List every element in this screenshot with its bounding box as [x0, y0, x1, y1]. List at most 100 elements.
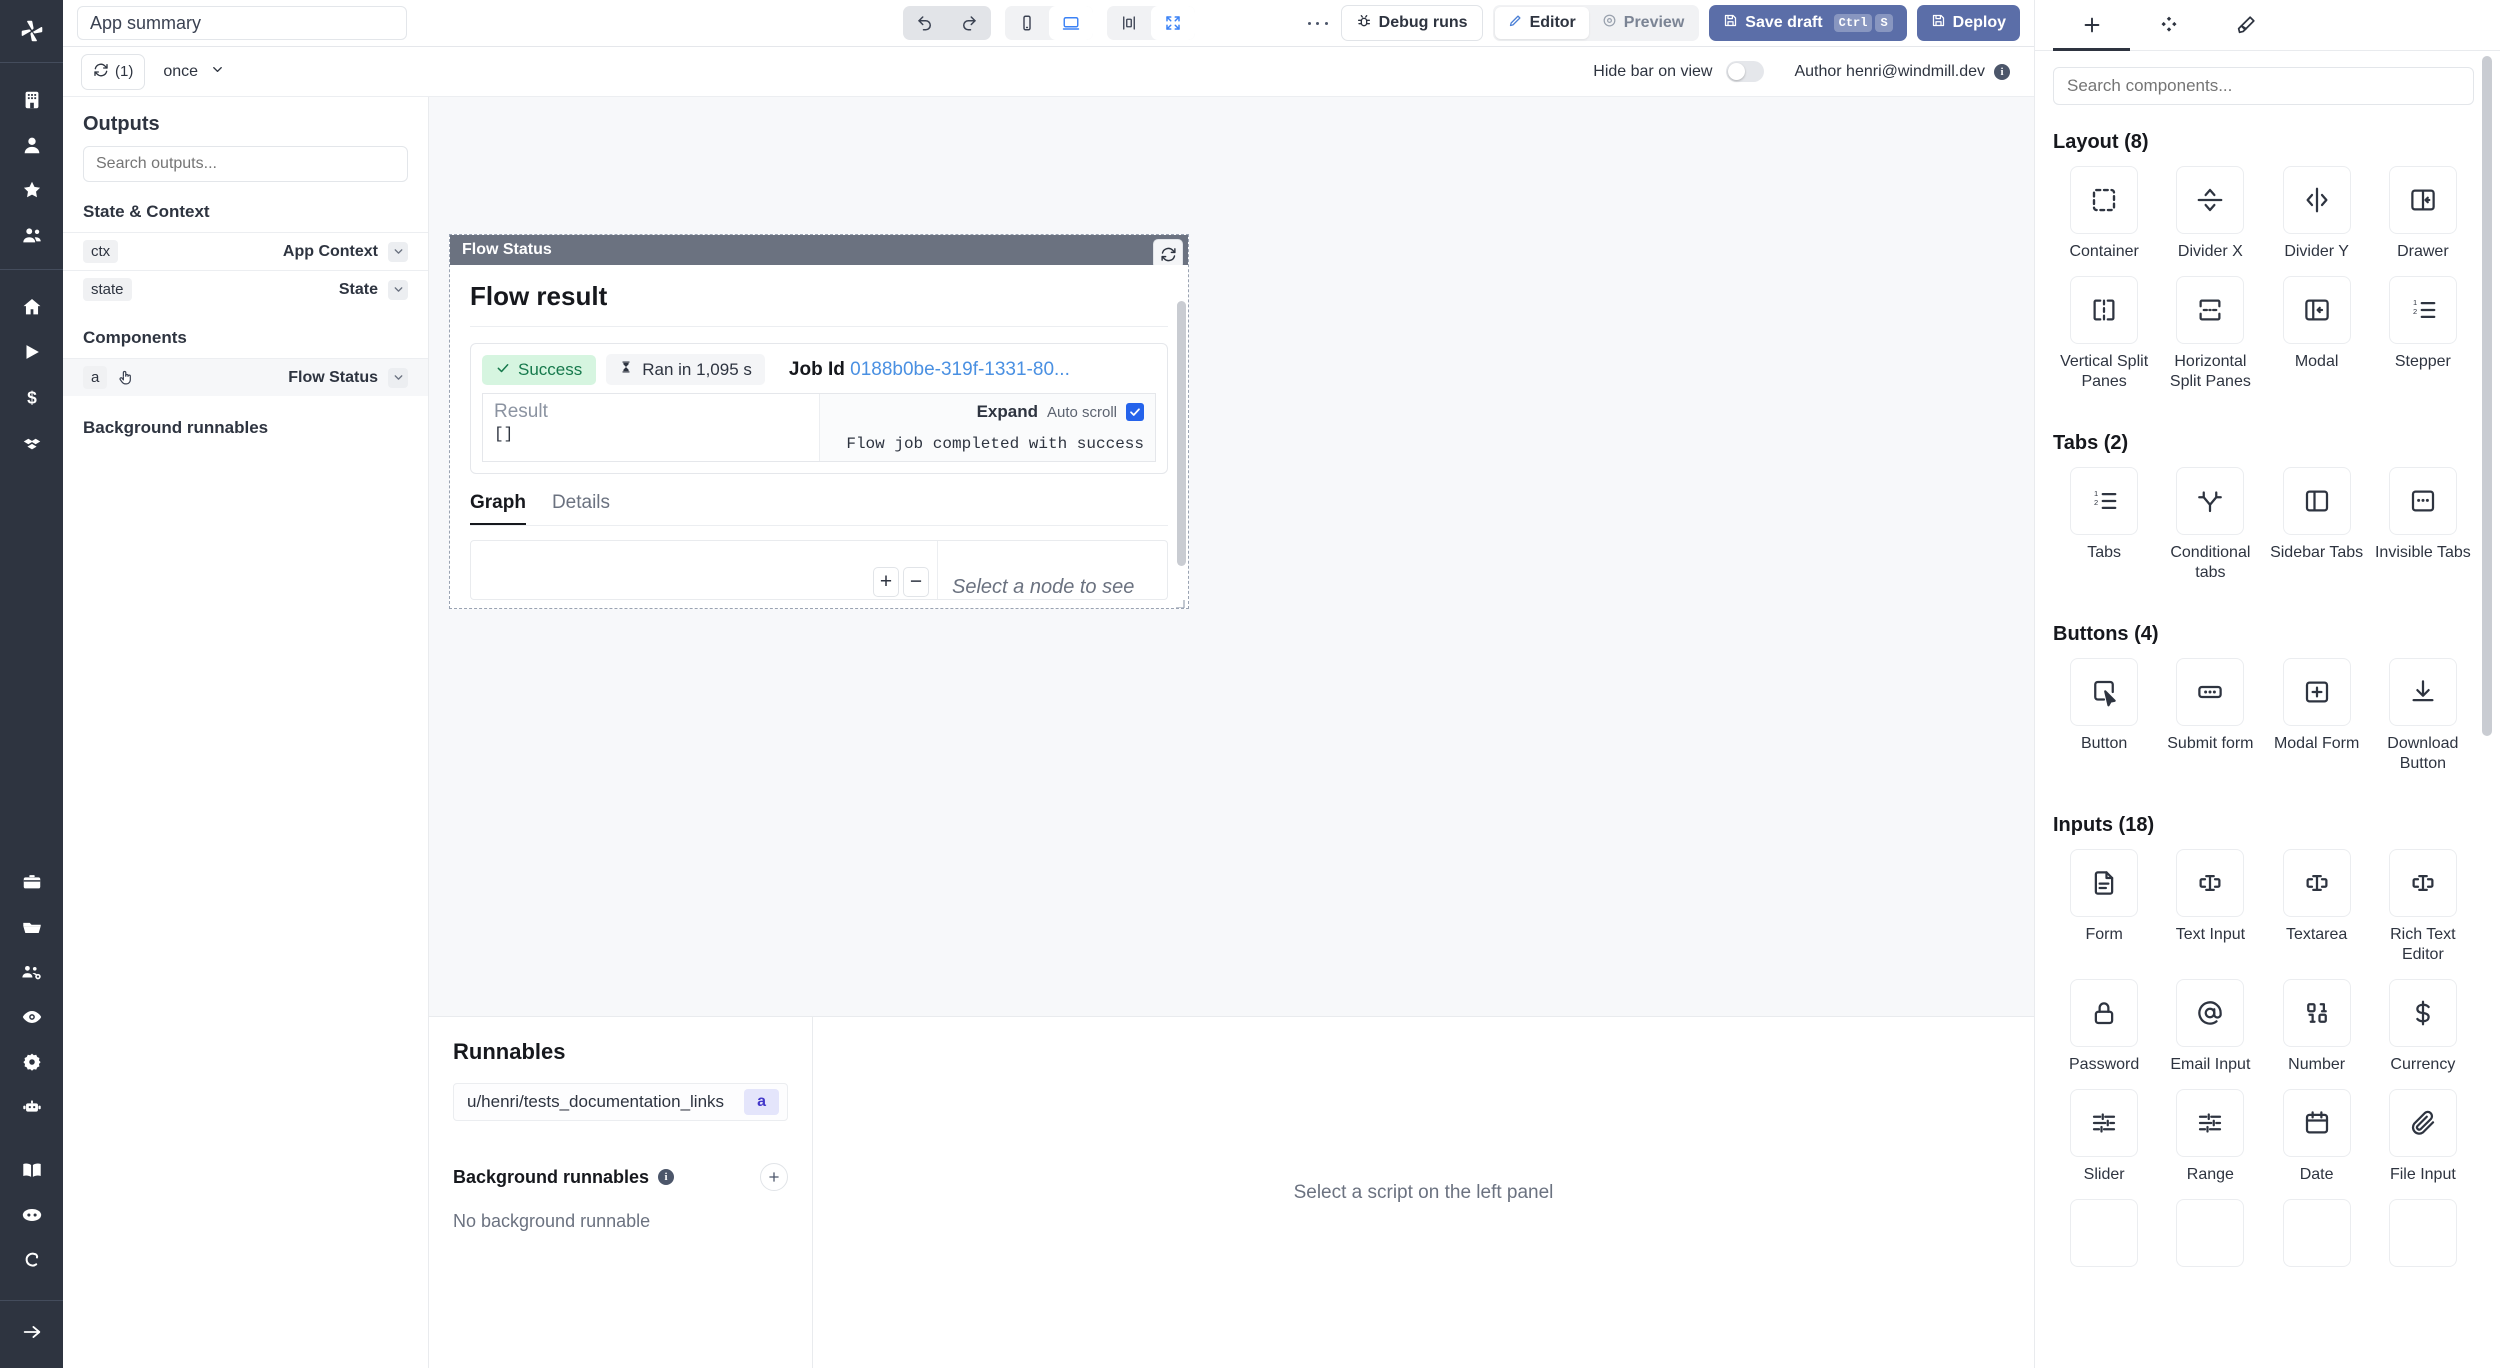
resize-grip[interactable]: [1175, 596, 1185, 608]
component-scrollbar[interactable]: [1177, 301, 1186, 601]
component-next-row-c[interactable]: [2266, 1199, 2368, 1281]
job-id-link[interactable]: 0188b0be-319f-1331-80...: [850, 359, 1070, 380]
desktop-icon[interactable]: [1048, 6, 1093, 40]
tab-components-tree[interactable]: [2130, 0, 2207, 50]
expand-button[interactable]: Expand: [977, 402, 1038, 422]
component-textarea[interactable]: Textarea: [2266, 849, 2368, 979]
app-canvas[interactable]: Flow Status Flow result Success Ran in 1…: [429, 97, 2034, 1017]
output-row-state[interactable]: state State: [63, 270, 428, 308]
component-sidebar-tabs[interactable]: Sidebar Tabs: [2266, 467, 2368, 597]
rail-item-workers[interactable]: [0, 1084, 63, 1129]
component-divider-y[interactable]: Divider Y: [2266, 166, 2368, 276]
undo-redo-group: [902, 6, 991, 40]
zoom-out-button[interactable]: −: [903, 567, 929, 597]
flow-status-component[interactable]: Flow Status Flow result Success Ran in 1…: [449, 234, 1189, 609]
rail-item-discord[interactable]: [0, 1192, 63, 1237]
rail-item-github[interactable]: [0, 1237, 63, 1282]
more-vertical-icon[interactable]: [1305, 20, 1331, 27]
rail-item-user[interactable]: [0, 122, 63, 167]
chevron-down-icon[interactable]: [388, 241, 408, 262]
mobile-icon[interactable]: [1005, 6, 1049, 40]
hide-bar-toggle[interactable]: [1726, 61, 1765, 82]
app-summary-input[interactable]: [77, 6, 407, 40]
component-text-input[interactable]: Text Input: [2159, 849, 2261, 979]
refresh-count-button[interactable]: (1): [81, 53, 146, 90]
component-file-input[interactable]: File Input: [2372, 1089, 2474, 1199]
narrow-width-icon[interactable]: [1107, 6, 1151, 40]
frequency-select[interactable]: once: [163, 62, 225, 82]
tab-styling[interactable]: [2207, 0, 2284, 50]
component-password[interactable]: Password: [2053, 979, 2155, 1089]
output-row-component-a[interactable]: a Flow Status: [63, 358, 428, 396]
component-email-input[interactable]: Email Input: [2159, 979, 2261, 1089]
rail-item-variables[interactable]: $: [0, 374, 63, 419]
zoom-in-button[interactable]: +: [873, 567, 899, 597]
component-divider-x[interactable]: Divider X: [2159, 166, 2261, 276]
right-panel-scrollbar[interactable]: [2482, 56, 2492, 1346]
rail-item-docs[interactable]: [0, 1147, 63, 1192]
fullscreen-icon[interactable]: [1150, 6, 1195, 40]
save-draft-label: Save draft: [1745, 14, 1823, 31]
component-library-scroll[interactable]: Layout (8) Container Divider X: [2035, 51, 2500, 1368]
info-icon[interactable]: i: [658, 1169, 675, 1185]
component-modal[interactable]: Modal: [2266, 276, 2368, 406]
rail-item-audit-logs[interactable]: [0, 994, 63, 1039]
search-components-input[interactable]: [2053, 67, 2474, 105]
component-container[interactable]: Container: [2053, 166, 2155, 276]
tab-details[interactable]: Details: [552, 492, 610, 525]
rail-item-building[interactable]: [0, 77, 63, 122]
component-horizontal-split-panes[interactable]: Horizontal Split Panes: [2159, 276, 2261, 406]
rail-item-groups[interactable]: [0, 212, 63, 257]
runnable-item[interactable]: u/henri/tests_documentation_links a: [453, 1083, 788, 1121]
component-currency[interactable]: Currency: [2372, 979, 2474, 1089]
rail-item-settings[interactable]: [0, 1039, 63, 1084]
windmill-logo-icon[interactable]: [0, 0, 63, 62]
rail-item-folders[interactable]: [0, 904, 63, 949]
rail-item-team-settings[interactable]: [0, 949, 63, 994]
component-submit-form[interactable]: Submit form: [2159, 658, 2261, 788]
info-icon[interactable]: i: [1994, 63, 2010, 80]
tab-graph[interactable]: Graph: [470, 492, 526, 525]
chevron-down-icon[interactable]: [388, 279, 408, 300]
deploy-button[interactable]: Deploy: [1916, 5, 2020, 41]
add-background-runnable-button[interactable]: [760, 1163, 788, 1191]
component-slider[interactable]: Slider: [2053, 1089, 2155, 1199]
component-button[interactable]: Button: [2053, 658, 2155, 788]
undo-icon[interactable]: [903, 6, 947, 40]
component-tabs[interactable]: 12 Tabs: [2053, 467, 2155, 597]
preview-tab[interactable]: Preview: [1589, 7, 1697, 39]
component-range[interactable]: Range: [2159, 1089, 2261, 1199]
component-label: Number: [2288, 1056, 2346, 1073]
component-number[interactable]: Number: [2266, 979, 2368, 1089]
rail-item-home[interactable]: [0, 284, 63, 329]
rail-item-expand-arrow-right-icon[interactable]: [0, 1309, 63, 1354]
component-stepper[interactable]: 12 Stepper: [2372, 276, 2474, 406]
rail-item-resources[interactable]: [0, 419, 63, 464]
rail-item-schedules[interactable]: [0, 859, 63, 904]
chevron-down-icon[interactable]: [388, 367, 408, 388]
component-date[interactable]: Date: [2266, 1089, 2368, 1199]
component-conditional-tabs[interactable]: Conditional tabs: [2159, 467, 2261, 597]
rail-item-favorites[interactable]: [0, 167, 63, 212]
redo-icon[interactable]: [947, 6, 991, 40]
flow-graph-area[interactable]: + −: [471, 541, 937, 599]
component-drawer[interactable]: Drawer: [2372, 166, 2474, 276]
output-row-ctx[interactable]: ctx App Context: [63, 232, 428, 270]
component-vertical-split-panes[interactable]: Vertical Split Panes: [2053, 276, 2155, 406]
search-outputs-input[interactable]: [83, 146, 408, 182]
tab-add-component[interactable]: [2053, 0, 2130, 51]
component-rich-text-editor[interactable]: Rich Text Editor: [2372, 849, 2474, 979]
rail-item-runs[interactable]: [0, 329, 63, 374]
component-download-button[interactable]: Download Button: [2372, 658, 2474, 788]
component-next-row-b[interactable]: [2159, 1199, 2261, 1281]
debug-runs-button[interactable]: Debug runs: [1340, 5, 1483, 41]
editor-tab[interactable]: Editor: [1494, 7, 1589, 39]
component-invisible-tabs[interactable]: Invisible Tabs: [2372, 467, 2474, 597]
flow-graph-box[interactable]: + − Select a node to see: [470, 540, 1168, 600]
component-next-row-d[interactable]: [2372, 1199, 2474, 1281]
auto-scroll-checkbox[interactable]: [1126, 403, 1144, 421]
component-modal-form[interactable]: Modal Form: [2266, 658, 2368, 788]
save-draft-button[interactable]: Save draft Ctrl S: [1709, 5, 1907, 41]
component-form[interactable]: Form: [2053, 849, 2155, 979]
component-next-row-a[interactable]: [2053, 1199, 2155, 1281]
